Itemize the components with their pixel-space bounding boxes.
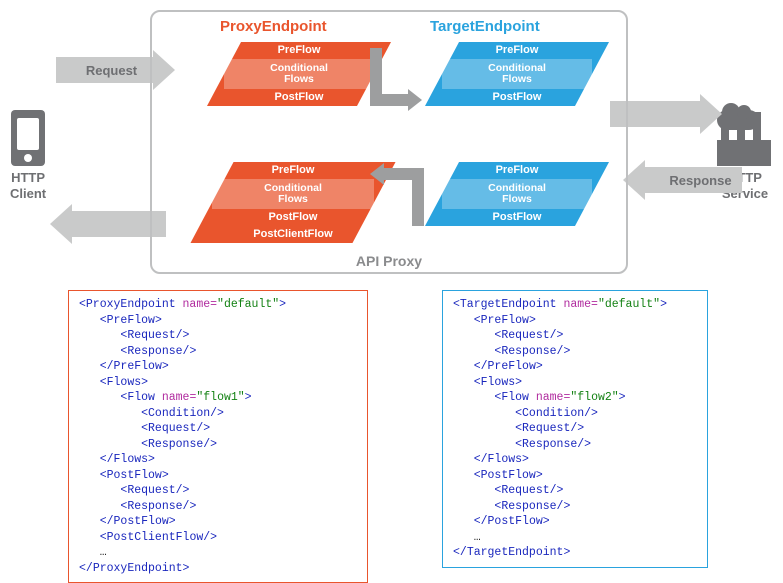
api-proxy-title: API Proxy <box>152 253 626 269</box>
proxy-res-postflow: PostFlow <box>212 209 374 226</box>
target-endpoint-title: TargetEndpoint <box>430 18 540 35</box>
http-client-label: HTTPClient <box>10 170 46 201</box>
proxy-req-preflow: PreFlow <box>224 42 374 59</box>
target-response-flows: PreFlow ConditionalFlows PostFlow <box>425 162 609 226</box>
target-req-preflow: PreFlow <box>442 42 592 59</box>
http-client: HTTPClient <box>10 110 46 201</box>
proxy-response-flows: PreFlow ConditionalFlows PostFlow PostCl… <box>190 162 395 243</box>
connector-res-h <box>384 168 422 180</box>
proxy-req-conditional: ConditionalFlows <box>224 59 374 89</box>
api-proxy-frame: ProxyEndpoint TargetEndpoint PreFlow Con… <box>150 10 628 274</box>
proxy-req-postflow: PostFlow <box>224 89 374 106</box>
proxy-request-flows: PreFlow ConditionalFlows PostFlow <box>207 42 391 106</box>
response-arrow: Response <box>623 160 742 200</box>
proxy-endpoint-title: ProxyEndpoint <box>220 18 327 35</box>
response-arrow-label: Response <box>641 173 760 188</box>
connector-req-arrowhead <box>408 89 422 111</box>
target-endpoint-xml: <TargetEndpoint name="default"> <PreFlow… <box>442 290 708 568</box>
target-res-preflow: PreFlow <box>442 162 592 179</box>
proxy-res-preflow: PreFlow <box>212 162 374 179</box>
target-req-conditional: ConditionalFlows <box>442 59 592 89</box>
factory-icon <box>715 110 775 166</box>
proxy-res-postclient: PostClientFlow <box>212 226 374 243</box>
target-res-conditional: ConditionalFlows <box>442 179 592 209</box>
proxy-res-conditional: ConditionalFlows <box>212 179 374 209</box>
target-req-postflow: PostFlow <box>442 89 592 106</box>
to-client-arrow <box>50 204 166 244</box>
connector-res-arrowhead <box>370 163 384 185</box>
connector-req-h <box>370 94 408 106</box>
target-res-postflow: PostFlow <box>442 209 592 226</box>
proxy-endpoint-xml: <ProxyEndpoint name="default"> <PreFlow>… <box>68 290 368 583</box>
target-request-flows: PreFlow ConditionalFlows PostFlow <box>425 42 609 106</box>
phone-icon <box>11 110 45 166</box>
